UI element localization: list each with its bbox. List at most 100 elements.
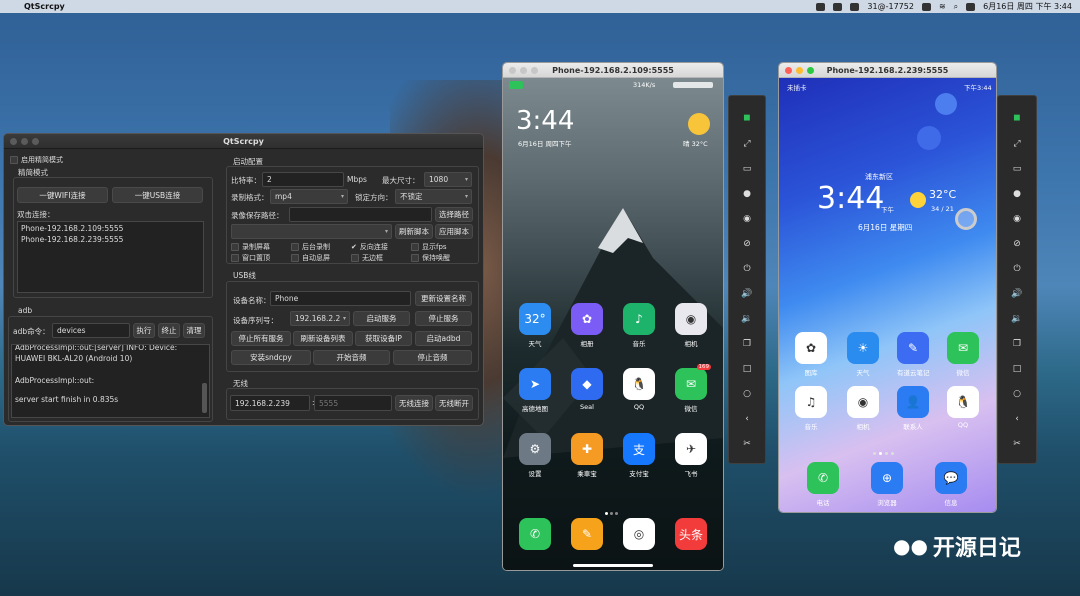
app-icon-信息[interactable]: 💬 信息 bbox=[935, 462, 967, 507]
traffic-lights[interactable] bbox=[785, 66, 814, 74]
status-icon-2[interactable] bbox=[833, 2, 843, 11]
record-format-select[interactable]: mp4 bbox=[270, 189, 348, 204]
power-icon[interactable]: ⏻ bbox=[729, 259, 765, 279]
adb-log-output[interactable]: AdbProcessImpl::out:[server] INFO: Devic… bbox=[11, 344, 210, 418]
stop-audio-button[interactable]: 停止音频 bbox=[393, 350, 472, 365]
app-icon-音乐[interactable]: ♫ 音乐 bbox=[795, 386, 827, 431]
volume-down-icon[interactable]: 🔉 bbox=[998, 309, 1036, 329]
app-icon-chrome[interactable]: ◎ bbox=[623, 518, 655, 550]
app-icon-相册[interactable]: ✿ 相册 bbox=[571, 303, 603, 348]
more-icon[interactable]: ▭ bbox=[998, 159, 1036, 179]
status-icon-1[interactable] bbox=[816, 2, 826, 11]
eye-off-icon[interactable]: ⊘ bbox=[729, 234, 765, 254]
app-switch-icon[interactable]: ❐ bbox=[729, 334, 765, 354]
app-icon-微信[interactable]: ✉ 微信 bbox=[947, 332, 979, 377]
app-icon-乘車宝[interactable]: ✚ 乘車宝 bbox=[571, 433, 603, 478]
assistive-touch-icon[interactable] bbox=[955, 208, 977, 230]
android-icon[interactable]: ◼ bbox=[998, 108, 1036, 128]
status-icon-3[interactable] bbox=[850, 2, 860, 11]
clear-button[interactable]: 清理 bbox=[183, 323, 205, 338]
menu-datetime[interactable]: 6月16日 周四 下午 3:44 bbox=[983, 1, 1072, 12]
app-icon-Seal[interactable]: ◆ Seal bbox=[571, 368, 603, 411]
get-device-ip-button[interactable]: 获取设备IP bbox=[355, 331, 412, 346]
volume-up-icon[interactable]: 🔊 bbox=[729, 284, 765, 304]
select-path-button[interactable]: 选择路径 bbox=[435, 207, 473, 222]
main-titlebar[interactable]: QtScrcpy bbox=[4, 134, 483, 149]
app-icon-电话[interactable]: ✆ 电话 bbox=[807, 462, 839, 507]
app-switch-icon[interactable]: ❐ bbox=[998, 334, 1036, 354]
refresh-script-button[interactable]: 刷新脚本 bbox=[395, 224, 433, 239]
app-icon-toutiao[interactable]: 头条 bbox=[675, 518, 707, 550]
app-icon-高德地图[interactable]: ➤ 高德地图 bbox=[519, 368, 551, 413]
record-path-input[interactable] bbox=[289, 207, 432, 222]
fullscreen-icon[interactable]: ⤢ bbox=[998, 134, 1036, 154]
traffic-lights[interactable] bbox=[10, 137, 39, 145]
apply-script-button[interactable]: 应用脚本 bbox=[435, 224, 473, 239]
menu-app-name[interactable]: QtScrcpy bbox=[24, 2, 65, 11]
option-window-top[interactable]: 窗口置顶 bbox=[231, 253, 270, 263]
script-select[interactable] bbox=[231, 224, 392, 239]
home-icon[interactable]: ○ bbox=[729, 384, 765, 404]
app-icon-相机[interactable]: ◉ 相机 bbox=[847, 386, 879, 431]
usb-connect-button[interactable]: 一键USB连接 bbox=[112, 187, 203, 203]
record-icon[interactable]: ● bbox=[998, 184, 1036, 204]
device-list[interactable]: Phone-192.168.2.109:5555 Phone-192.168.2… bbox=[17, 221, 204, 293]
option-background-record[interactable]: 后台录制 bbox=[291, 242, 330, 252]
app-icon-phone[interactable]: ✆ bbox=[519, 518, 551, 550]
back-icon[interactable]: ‹ bbox=[998, 409, 1036, 429]
app-icon-联系人[interactable]: 👤 联系人 bbox=[897, 386, 929, 431]
home-indicator[interactable] bbox=[573, 564, 653, 567]
wifi-icon[interactable]: ≋ bbox=[939, 2, 946, 11]
home-icon[interactable]: ○ bbox=[998, 384, 1036, 404]
menu-square-icon[interactable]: □ bbox=[729, 359, 765, 379]
app-icon-音乐[interactable]: ♪ 音乐 bbox=[623, 303, 655, 348]
app-icon-天气[interactable]: 32° 天气 bbox=[519, 303, 551, 348]
device-list-item[interactable]: Phone-192.168.2.109:5555 bbox=[21, 224, 123, 233]
fullscreen-icon[interactable]: ⤢ bbox=[729, 134, 765, 154]
screenshot-icon[interactable]: ✂ bbox=[998, 434, 1036, 454]
app-icon-QQ[interactable]: 🐧 QQ bbox=[947, 386, 979, 429]
option-auto-screen-off[interactable]: 自动息屏 bbox=[291, 253, 330, 263]
app-icon-浏览器[interactable]: ⊕ 浏览器 bbox=[871, 462, 903, 507]
battery-icon[interactable] bbox=[921, 2, 931, 11]
option-stay-awake[interactable]: 保持唤醒 bbox=[411, 253, 450, 263]
app-icon-图库[interactable]: ✿ 图库 bbox=[795, 332, 827, 377]
app-icon-微信[interactable]: ✉ 169 微信 bbox=[675, 364, 711, 413]
screenshot-icon[interactable]: ✂ bbox=[729, 434, 765, 454]
log-scrollbar[interactable] bbox=[202, 383, 207, 413]
search-icon[interactable]: ⌕ bbox=[954, 2, 958, 12]
max-size-select[interactable]: 1080 bbox=[424, 172, 472, 187]
device-list-item[interactable]: Phone-192.168.2.239:5555 bbox=[21, 235, 123, 244]
android-icon[interactable]: ◼ bbox=[729, 108, 765, 128]
install-sndcpy-button[interactable]: 安装sndcpy bbox=[231, 350, 311, 365]
phone2-titlebar[interactable]: Phone-192.168.2.239:5555 bbox=[779, 63, 996, 78]
wireless-connect-button[interactable]: 无线连接 bbox=[395, 395, 433, 411]
simple-mode-checkbox[interactable]: 启用精简模式 bbox=[10, 155, 63, 165]
app-icon-notes[interactable]: ✎ bbox=[571, 518, 603, 550]
phone2-screen[interactable]: 未插卡 下午3:44 浦东新区 3:44 下午 32°C 34 / 21 6月1… bbox=[779, 78, 996, 512]
app-icon-QQ[interactable]: 🐧 QQ bbox=[623, 368, 655, 411]
execute-button[interactable]: 执行 bbox=[133, 323, 155, 338]
stop-all-services-button[interactable]: 停止所有服务 bbox=[231, 331, 291, 346]
device-name-input[interactable]: Phone bbox=[270, 291, 411, 306]
ip-input[interactable]: 192.168.2.239 bbox=[230, 395, 310, 411]
eye-icon[interactable]: ◉ bbox=[729, 209, 765, 229]
app-icon-设置[interactable]: ⚙ 设置 bbox=[519, 433, 551, 478]
port-input[interactable]: 5555 bbox=[314, 395, 392, 411]
stop-button[interactable]: 终止 bbox=[158, 323, 180, 338]
start-audio-button[interactable]: 开始音频 bbox=[313, 350, 390, 365]
app-icon-相机[interactable]: ◉ 相机 bbox=[675, 303, 707, 348]
eye-off-icon[interactable]: ⊘ bbox=[998, 234, 1036, 254]
start-adbd-button[interactable]: 启动adbd bbox=[415, 331, 472, 346]
app-icon-有道云笔记[interactable]: ✎ 有道云笔记 bbox=[897, 332, 930, 377]
app-icon-支付宝[interactable]: 支支付宝 bbox=[623, 433, 655, 478]
option-frameless[interactable]: 无边框 bbox=[351, 253, 383, 263]
phone1-screen[interactable]: 314K/s 3:44 6月16日 周四下午 晴 32°C 32° 天气 ✿ 相册 ♪ 音… bbox=[503, 78, 723, 570]
record-icon[interactable]: ● bbox=[729, 184, 765, 204]
back-icon[interactable]: ‹ bbox=[729, 409, 765, 429]
adb-cmd-input[interactable]: devices bbox=[52, 323, 130, 338]
app-icon-天气[interactable]: ☀ 天气 bbox=[847, 332, 879, 377]
menu-square-icon[interactable]: □ bbox=[998, 359, 1036, 379]
control-center-icon[interactable] bbox=[966, 2, 976, 11]
wireless-disconnect-button[interactable]: 无线断开 bbox=[435, 395, 473, 411]
